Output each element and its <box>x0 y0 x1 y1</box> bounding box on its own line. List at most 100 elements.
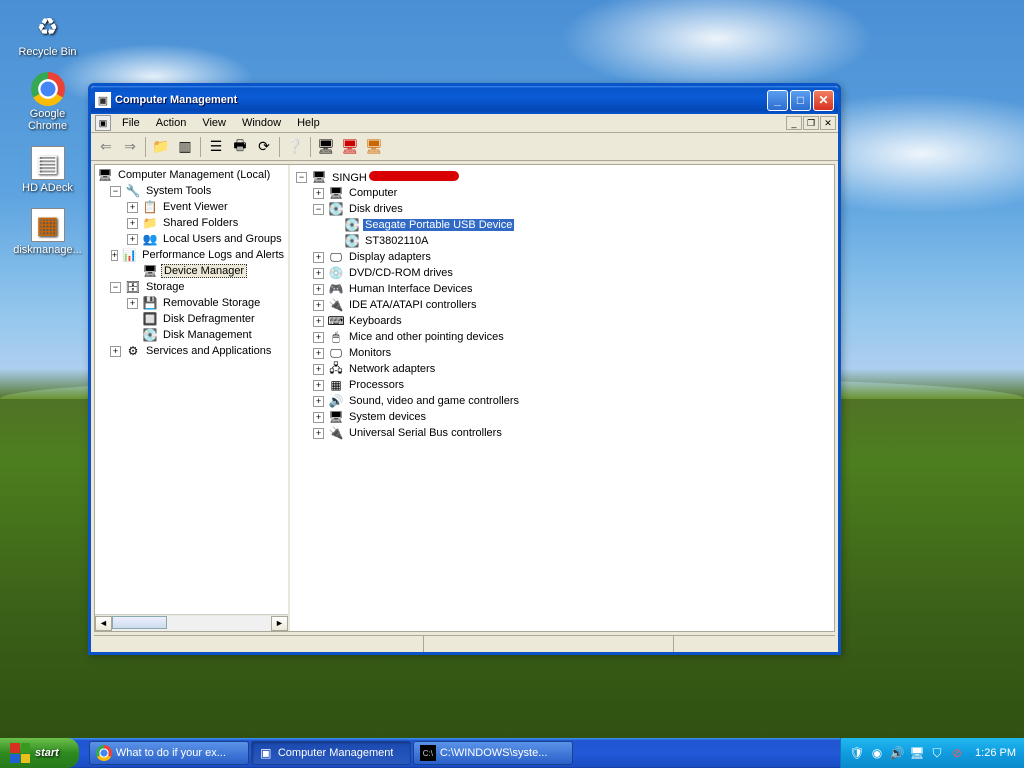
expand-icon[interactable]: + <box>313 396 324 407</box>
collapse-icon[interactable]: − <box>313 204 324 215</box>
tree-shared-folders[interactable]: +📁Shared Folders <box>97 215 286 231</box>
menu-help[interactable]: Help <box>290 115 327 131</box>
scroll-track[interactable] <box>112 616 271 631</box>
refresh-button[interactable]: ⟳ <box>253 136 275 158</box>
expand-icon[interactable]: + <box>313 428 324 439</box>
window-title: Computer Management <box>115 94 767 106</box>
tree-perf-logs[interactable]: +📊Performance Logs and Alerts <box>97 247 286 263</box>
expand-icon[interactable]: + <box>127 234 138 245</box>
properties-button[interactable]: ☰ <box>205 136 227 158</box>
mdi-child-icon[interactable]: ▣ <box>95 115 111 131</box>
device-sound[interactable]: +🔊Sound, video and game controllers <box>296 393 828 409</box>
tray-icon[interactable]: ⛉ <box>929 745 945 761</box>
taskbar-item-cmd[interactable]: C:\C:\WINDOWS\syste... <box>413 741 573 765</box>
expand-icon[interactable]: + <box>313 316 324 327</box>
desktop-icon-diskmanage[interactable]: ▦diskmanage... <box>10 208 85 256</box>
device-usb[interactable]: +🔌Universal Serial Bus controllers <box>296 425 828 441</box>
collapse-icon[interactable]: − <box>110 186 121 197</box>
expand-icon[interactable]: + <box>127 218 138 229</box>
tree-removable-storage[interactable]: +💾Removable Storage <box>97 295 286 311</box>
tree-root[interactable]: 🖥Computer Management (Local) <box>97 167 286 183</box>
device-network[interactable]: +🖧Network adapters <box>296 361 828 377</box>
forward-button[interactable]: ⇒ <box>119 136 141 158</box>
collapse-icon[interactable]: − <box>296 172 307 183</box>
taskbar-item-chrome[interactable]: What to do if your ex... <box>89 741 249 765</box>
device-computer[interactable]: +🖥Computer <box>296 185 828 201</box>
expand-icon[interactable]: + <box>313 332 324 343</box>
expand-icon[interactable]: + <box>127 298 138 309</box>
tree-system-tools[interactable]: −🔧System Tools <box>97 183 286 199</box>
expand-icon[interactable]: + <box>313 252 324 263</box>
horizontal-scrollbar[interactable]: ◄ ► <box>95 614 288 631</box>
device-ide[interactable]: +🔌IDE ATA/ATAPI controllers <box>296 297 828 313</box>
network-icon: 🖧 <box>328 361 344 377</box>
expand-icon[interactable]: + <box>111 250 118 261</box>
maximize-button[interactable]: □ <box>790 90 811 111</box>
minimize-button[interactable]: _ <box>767 90 788 111</box>
device-root[interactable]: −🖥SINGH <box>296 169 828 185</box>
scan-hardware-button[interactable]: 🖥 <box>315 136 337 158</box>
expand-icon[interactable]: + <box>313 268 324 279</box>
tree-services[interactable]: +⚙Services and Applications <box>97 343 286 359</box>
tray-icon[interactable]: ◉ <box>869 745 885 761</box>
tree-disk-mgmt[interactable]: 💽Disk Management <box>97 327 286 343</box>
tray-icon[interactable]: 🛡 <box>849 745 865 761</box>
device-keyboards[interactable]: +⌨Keyboards <box>296 313 828 329</box>
taskbar-item-compmgmt[interactable]: ▣Computer Management <box>251 741 411 765</box>
menu-action[interactable]: Action <box>149 115 194 131</box>
mdi-close-button[interactable]: ✕ <box>820 116 836 130</box>
disable-button[interactable]: 🖥 <box>363 136 385 158</box>
up-level-button[interactable]: 📁 <box>150 136 172 158</box>
device-system[interactable]: +🖥System devices <box>296 409 828 425</box>
device-st-drive[interactable]: 💽ST3802110A <box>296 233 828 249</box>
tree-disk-defrag[interactable]: 🔲Disk Defragmenter <box>97 311 286 327</box>
titlebar[interactable]: ▣ Computer Management _ □ ✕ <box>91 86 838 114</box>
scroll-right-button[interactable]: ► <box>271 616 288 631</box>
tree-local-users[interactable]: +👥Local Users and Groups <box>97 231 286 247</box>
help-button[interactable]: ❔ <box>284 136 306 158</box>
device-monitors[interactable]: +🖵Monitors <box>296 345 828 361</box>
close-button[interactable]: ✕ <box>813 90 834 111</box>
collapse-icon[interactable]: − <box>110 282 121 293</box>
expand-icon[interactable]: + <box>313 300 324 311</box>
desktop-icon-recycle-bin[interactable]: ♻Recycle Bin <box>10 10 85 58</box>
device-hid[interactable]: +🎮Human Interface Devices <box>296 281 828 297</box>
device-processors[interactable]: +▦Processors <box>296 377 828 393</box>
tray-icon[interactable]: 🖥 <box>909 745 925 761</box>
scroll-left-button[interactable]: ◄ <box>95 616 112 631</box>
back-button[interactable]: ⇐ <box>95 136 117 158</box>
diskmanage-icon: ▦ <box>31 208 65 242</box>
expand-icon[interactable]: + <box>313 348 324 359</box>
mdi-minimize-button[interactable]: _ <box>786 116 802 130</box>
menu-view[interactable]: View <box>195 115 233 131</box>
device-seagate-usb[interactable]: 💽Seagate Portable USB Device <box>296 217 828 233</box>
scroll-thumb[interactable] <box>112 616 167 629</box>
expand-icon[interactable]: + <box>313 380 324 391</box>
device-disk-drives[interactable]: −💽Disk drives <box>296 201 828 217</box>
expand-icon[interactable]: + <box>313 412 324 423</box>
print-button[interactable]: 🖶 <box>229 136 251 158</box>
desktop-icon-hdadeck[interactable]: ▤HD ADeck <box>10 146 85 194</box>
mdi-restore-button[interactable]: ❐ <box>803 116 819 130</box>
show-hide-tree-button[interactable]: ▥ <box>174 136 196 158</box>
device-dvd[interactable]: +💿DVD/CD-ROM drives <box>296 265 828 281</box>
tree-storage[interactable]: −🗄Storage <box>97 279 286 295</box>
tray-icon[interactable]: 🔊 <box>889 745 905 761</box>
clock[interactable]: 1:26 PM <box>975 747 1016 759</box>
menu-file[interactable]: File <box>115 115 147 131</box>
tree-device-manager[interactable]: 🖥Device Manager <box>97 263 286 279</box>
expand-icon[interactable]: + <box>110 346 121 357</box>
device-display[interactable]: +🖵Display adapters <box>296 249 828 265</box>
expand-icon[interactable]: + <box>313 284 324 295</box>
uninstall-button[interactable]: 🖥 <box>339 136 361 158</box>
device-mice[interactable]: +🖱Mice and other pointing devices <box>296 329 828 345</box>
menu-window[interactable]: Window <box>235 115 288 131</box>
expand-icon[interactable]: + <box>127 202 138 213</box>
expand-icon[interactable]: + <box>313 188 324 199</box>
system-tray[interactable]: 🛡 ◉ 🔊 🖥 ⛉ ⊘ 1:26 PM <box>840 738 1024 768</box>
tray-icon[interactable]: ⊘ <box>949 745 965 761</box>
desktop-icon-chrome[interactable]: Google Chrome <box>10 72 85 132</box>
tree-event-viewer[interactable]: +📋Event Viewer <box>97 199 286 215</box>
expand-icon[interactable]: + <box>313 364 324 375</box>
start-button[interactable]: start <box>0 738 79 768</box>
